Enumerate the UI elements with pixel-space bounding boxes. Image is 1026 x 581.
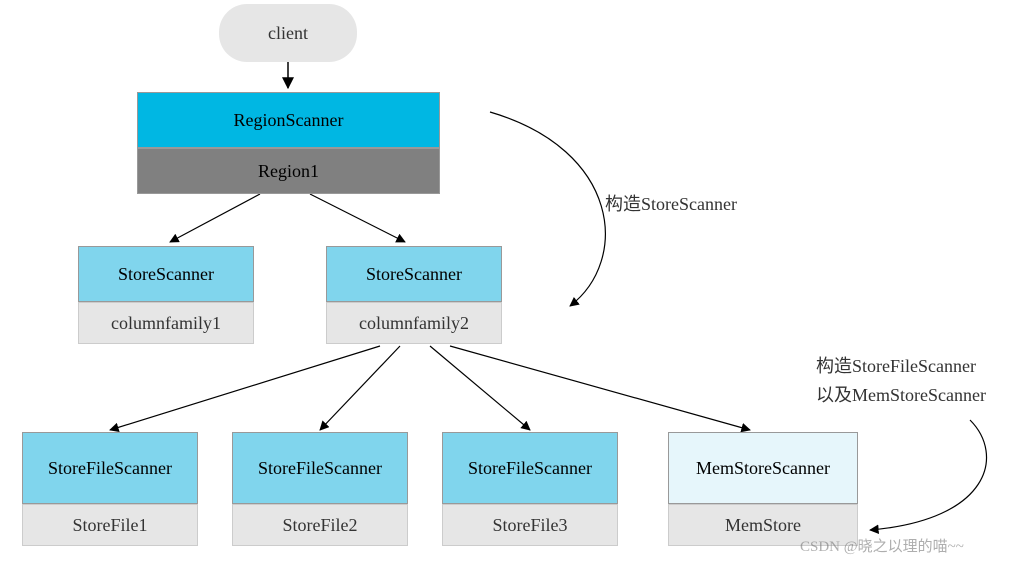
- columnfamily1-node: columnfamily1: [78, 302, 254, 344]
- storefile3-node: StoreFile3: [442, 504, 618, 546]
- client-label: client: [268, 23, 308, 44]
- columnfamily2-label: columnfamily2: [359, 313, 469, 334]
- storefilescanner-3-node: StoreFileScanner: [442, 432, 618, 504]
- storefilescanner-3-label: StoreFileScanner: [468, 458, 592, 479]
- client-node: client: [219, 4, 357, 62]
- columnfamily2-node: columnfamily2: [326, 302, 502, 344]
- memstorescanner-node: MemStoreScanner: [668, 432, 858, 504]
- region-scanner-label: RegionScanner: [234, 110, 344, 131]
- storefilescanner-1-node: StoreFileScanner: [22, 432, 198, 504]
- region1-node: Region1: [137, 148, 440, 194]
- annotation-store-scanner: 构造StoreScanner: [605, 190, 737, 216]
- storefile2-label: StoreFile2: [283, 515, 358, 536]
- storefile1-node: StoreFile1: [22, 504, 198, 546]
- storefile1-label: StoreFile1: [73, 515, 148, 536]
- columnfamily1-label: columnfamily1: [111, 313, 221, 334]
- storefilescanner-1-label: StoreFileScanner: [48, 458, 172, 479]
- storefile2-node: StoreFile2: [232, 504, 408, 546]
- annotation-storefile-memstore: 构造StoreFileScanner 以及MemStoreScanner: [816, 352, 986, 410]
- storefilescanner-2-node: StoreFileScanner: [232, 432, 408, 504]
- store-scanner-2-node: StoreScanner: [326, 246, 502, 302]
- memstore-label: MemStore: [725, 515, 801, 536]
- store-scanner-2-label: StoreScanner: [366, 264, 462, 285]
- region-scanner-node: RegionScanner: [137, 92, 440, 148]
- store-scanner-1-node: StoreScanner: [78, 246, 254, 302]
- storefilescanner-2-label: StoreFileScanner: [258, 458, 382, 479]
- region1-label: Region1: [258, 161, 319, 182]
- memstorescanner-label: MemStoreScanner: [696, 458, 830, 479]
- storefile3-label: StoreFile3: [493, 515, 568, 536]
- watermark: CSDN @晓之以理的喵~~: [800, 535, 964, 556]
- store-scanner-1-label: StoreScanner: [118, 264, 214, 285]
